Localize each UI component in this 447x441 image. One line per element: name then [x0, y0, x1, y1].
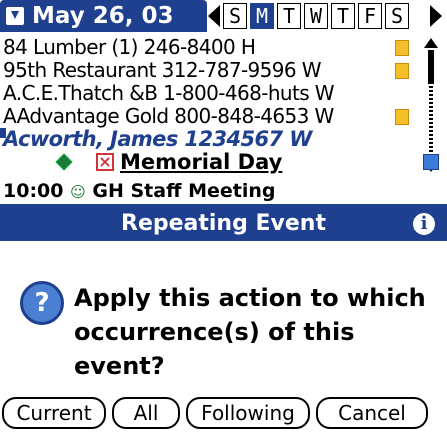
cancel-button[interactable]: Cancel: [316, 397, 428, 429]
diamond-icon: [55, 153, 73, 171]
day-tuesday[interactable]: T: [277, 3, 301, 29]
scroll-up-icon[interactable]: [424, 38, 438, 48]
day-thursday[interactable]: T: [331, 3, 355, 29]
info-icon[interactable]: i: [413, 213, 435, 235]
meeting-row[interactable]: 10:00 ☺ GH Staff Meeting: [3, 180, 275, 202]
contact-text: AAdvantage Gold 800-848-4653 W: [3, 104, 334, 128]
list-item-selected[interactable]: Acworth, James 1234567 W: [3, 128, 413, 151]
date-label: May 26, 03: [32, 3, 174, 29]
note-icon[interactable]: [395, 63, 409, 79]
selection-marker: [0, 128, 6, 138]
note-icon[interactable]: [395, 109, 409, 125]
scroll-thumb[interactable]: [428, 50, 434, 84]
repeating-event-dialog: Repeating Event i ? Apply this action to…: [0, 204, 447, 441]
meeting-title: GH Staff Meeting: [92, 180, 276, 202]
previous-week-icon[interactable]: [208, 5, 220, 27]
list-item[interactable]: AAdvantage Gold 800-848-4653 W: [3, 105, 413, 128]
contact-text: A.C.E.Thatch &B 1-800-468-huts W: [3, 81, 335, 105]
holiday-title: Memorial Day: [120, 150, 283, 174]
day-monday[interactable]: M: [250, 3, 274, 29]
date-title-bar[interactable]: May 26, 03: [0, 0, 207, 32]
contact-list: 84 Lumber (1) 246-8400 H 95th Restaurant…: [3, 36, 413, 151]
all-button[interactable]: All: [112, 397, 180, 429]
contact-text: Acworth, James 1234567 W: [3, 127, 312, 151]
day-friday[interactable]: F: [358, 3, 382, 29]
dialog-title: Repeating Event: [0, 207, 447, 241]
question-icon: ?: [20, 281, 64, 325]
next-week-icon[interactable]: [430, 5, 442, 27]
person-icon: ☺: [70, 183, 86, 201]
holiday-row[interactable]: × Memorial Day: [0, 150, 447, 176]
note-icon[interactable]: [395, 40, 409, 56]
week-day-selector: S M T W T F S: [223, 3, 412, 29]
list-item[interactable]: 95th Restaurant 312-787-9596 W: [3, 59, 413, 82]
meeting-time: 10:00: [3, 180, 64, 202]
list-item[interactable]: A.C.E.Thatch &B 1-800-468-huts W: [3, 82, 413, 105]
current-button[interactable]: Current: [2, 397, 106, 429]
contact-text: 84 Lumber (1) 246-8400 H: [3, 35, 256, 59]
scroll-track[interactable]: [429, 86, 433, 156]
day-saturday[interactable]: S: [385, 3, 409, 29]
contact-text: 95th Restaurant 312-787-9596 W: [3, 58, 322, 82]
checkbox-x-icon[interactable]: ×: [96, 153, 114, 171]
dialog-message: Apply this action to which occurrence(s)…: [74, 284, 426, 380]
day-wednesday[interactable]: W: [304, 3, 328, 29]
list-scrollbar[interactable]: [422, 38, 440, 228]
following-button[interactable]: Following: [186, 397, 310, 429]
list-item[interactable]: 84 Lumber (1) 246-8400 H: [3, 36, 413, 59]
calendar-dropdown-icon[interactable]: [6, 7, 24, 25]
dialog-buttons: Current All Following Cancel: [2, 397, 428, 429]
day-sunday[interactable]: S: [223, 3, 247, 29]
repeat-icon: [423, 154, 439, 170]
